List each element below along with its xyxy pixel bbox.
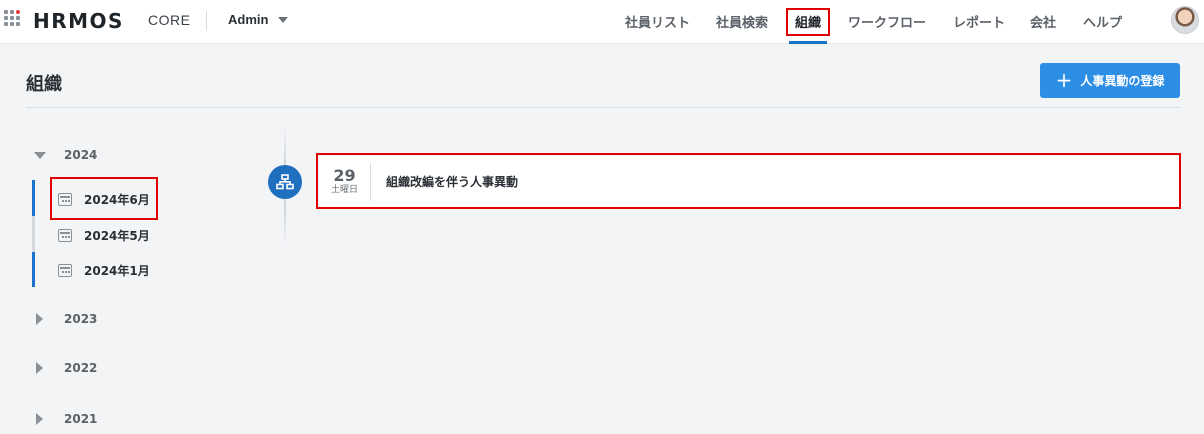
highlight-box-event: [316, 153, 1181, 209]
calendar-icon: [58, 264, 72, 277]
chevron-down-icon: [278, 16, 289, 23]
add-button-label: 人事異動の登録: [1080, 74, 1165, 88]
month-indicator: [32, 252, 35, 287]
page-title: 組織: [26, 74, 62, 95]
highlight-box-nav: [786, 8, 830, 36]
year-2024-toggle[interactable]: 2024: [34, 148, 97, 162]
add-personnel-change-button[interactable]: + 人事異動の登録: [1040, 63, 1180, 98]
top-bar: HRMOS CORE Admin 社員リスト 社員検索 組織 ワークフロー レポ…: [0, 0, 1204, 44]
nav-employee-search[interactable]: 社員検索: [716, 12, 768, 31]
month-label: 2024年5月: [84, 229, 150, 243]
header-divider: [206, 11, 207, 31]
product-name: CORE: [148, 12, 191, 28]
caret-down-icon: [34, 151, 46, 159]
nav-report[interactable]: レポート: [953, 12, 1005, 31]
calendar-icon: [58, 229, 72, 242]
year-label: 2021: [64, 412, 98, 426]
account-label: Admin: [228, 12, 269, 27]
year-2021-toggle[interactable]: 2021: [34, 412, 97, 426]
year-2023-toggle[interactable]: 2023: [34, 312, 97, 326]
year-label: 2022: [64, 361, 98, 375]
month-indicator-selected: [32, 180, 35, 216]
avatar[interactable]: [1171, 6, 1199, 34]
org-chart-icon: [268, 165, 302, 199]
year-label: 2024: [64, 148, 98, 162]
account-switcher[interactable]: Admin: [228, 12, 289, 27]
logo[interactable]: HRMOS: [33, 9, 124, 33]
caret-right-icon: [36, 362, 43, 374]
caret-right-icon: [36, 413, 43, 425]
nav-company[interactable]: 会社: [1030, 12, 1056, 31]
month-label: 2024年1月: [84, 264, 150, 278]
highlight-box-month: [50, 177, 158, 220]
active-nav-indicator: [789, 41, 827, 44]
nav-workflow[interactable]: ワークフロー: [848, 12, 926, 31]
month-item-2024-01[interactable]: 2024年1月: [58, 262, 150, 279]
app-grid-icon[interactable]: [4, 10, 22, 28]
nav-help[interactable]: ヘルプ: [1083, 12, 1122, 31]
header-divider-line: [26, 107, 1180, 108]
plus-icon: +: [1055, 67, 1073, 92]
caret-right-icon: [36, 313, 43, 325]
month-indicator: [32, 216, 35, 252]
year-2022-toggle[interactable]: 2022: [34, 361, 97, 375]
nav-employee-list[interactable]: 社員リスト: [625, 12, 690, 31]
year-label: 2023: [64, 312, 98, 326]
month-item-2024-05[interactable]: 2024年5月: [58, 227, 150, 244]
